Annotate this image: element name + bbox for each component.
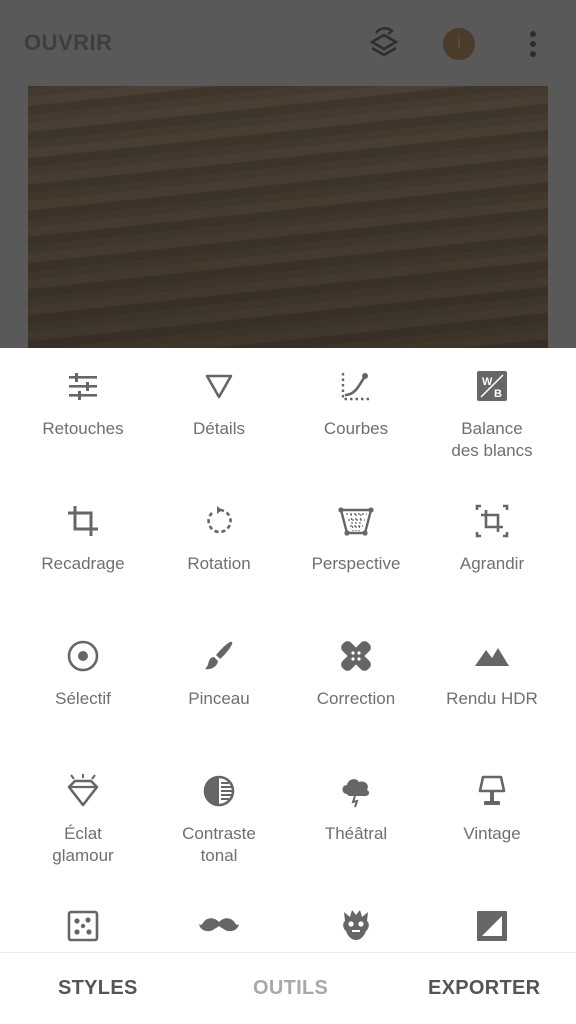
tool-label: Recadrage [41,554,125,573]
tool-courbes[interactable]: Courbes [288,366,424,440]
triangle-down-icon [199,366,239,406]
layers-swap-icon[interactable] [366,26,402,62]
expand-icon [472,501,512,541]
tool-label: Vintage [463,824,521,843]
tool-label: Contraste tonal [182,824,256,865]
tool-pinceau[interactable]: Pinceau [151,636,287,710]
tab-exporter[interactable]: EXPORTER [428,977,540,1000]
tool-label: Balance des blancs [451,419,533,460]
tool-label: Détails [193,419,245,438]
mustache-icon [199,906,239,946]
tool-perspective[interactable]: Perspective [288,501,424,575]
tool-rendu-hdr[interactable]: Rendu HDR [424,636,560,710]
tool-agrandir[interactable]: Agrandir [424,501,560,575]
open-button[interactable]: OUVRIR [24,30,113,56]
tool-contraste-tonal[interactable]: Contraste tonal [151,771,287,867]
tools-panel: Retouches Détails Courbes W B Balance de… [0,348,576,952]
perspective-icon [336,501,376,541]
frame-icon [472,906,512,946]
tool-punk[interactable] [288,906,424,952]
dimmed-background: OUVRIR i [0,0,576,348]
tool-retouches[interactable]: Retouches [15,366,151,440]
white-balance-icon: W B [472,366,512,406]
svg-text:B: B [494,388,502,400]
tool-eclat-glamour[interactable]: Éclat glamour [15,771,151,867]
tool-balance-blancs[interactable]: W B Balance des blancs [424,366,560,462]
tool-vintage[interactable]: Vintage [424,771,560,845]
tool-label: Théâtral [324,824,388,843]
tool-recadrage[interactable]: Recadrage [15,501,151,575]
selective-icon [63,636,103,676]
hdr-mountains-icon [472,636,512,676]
brush-icon [199,636,239,676]
punk-face-icon [336,906,376,946]
tool-label: Agrandir [459,554,525,573]
tool-correction[interactable]: Correction [288,636,424,710]
tool-selectif[interactable]: Sélectif [15,636,151,710]
photo-preview [28,86,548,348]
tool-label: Rendu HDR [446,689,538,708]
svg-text:W: W [482,376,493,388]
tab-styles[interactable]: STYLES [58,977,138,1000]
tool-frames[interactable] [424,906,560,952]
lamp-icon [472,771,512,811]
rotate-icon [199,501,239,541]
tool-label: Rotation [187,554,251,573]
tool-label: Courbes [323,419,389,438]
dice-grunge-icon [63,906,103,946]
tonal-contrast-icon [199,771,239,811]
top-app-bar: OUVRIR i [0,0,576,86]
diamond-glow-icon [63,771,103,811]
tool-label: Retouches [42,419,124,438]
tool-label: Correction [316,689,396,708]
tool-label: Sélectif [55,689,111,708]
more-vert-icon[interactable] [515,26,551,62]
bottom-navigation: STYLES OUTILS EXPORTER [0,952,576,1024]
tool-label: Pinceau [188,689,250,708]
tool-grunge[interactable] [15,906,151,952]
tool-details[interactable]: Détails [151,366,287,440]
curves-icon [336,366,376,406]
tool-label: Perspective [311,554,401,573]
tune-sliders-icon [63,366,103,406]
drama-cloud-icon [336,771,376,811]
healing-icon [336,636,376,676]
tool-rotation[interactable]: Rotation [151,501,287,575]
tool-label: Éclat glamour [52,824,114,865]
info-icon[interactable]: i [441,26,477,62]
crop-icon [63,501,103,541]
tab-outils[interactable]: OUTILS [253,977,328,1000]
tool-retro[interactable] [151,906,287,952]
tool-theatral[interactable]: Théâtral [288,771,424,845]
